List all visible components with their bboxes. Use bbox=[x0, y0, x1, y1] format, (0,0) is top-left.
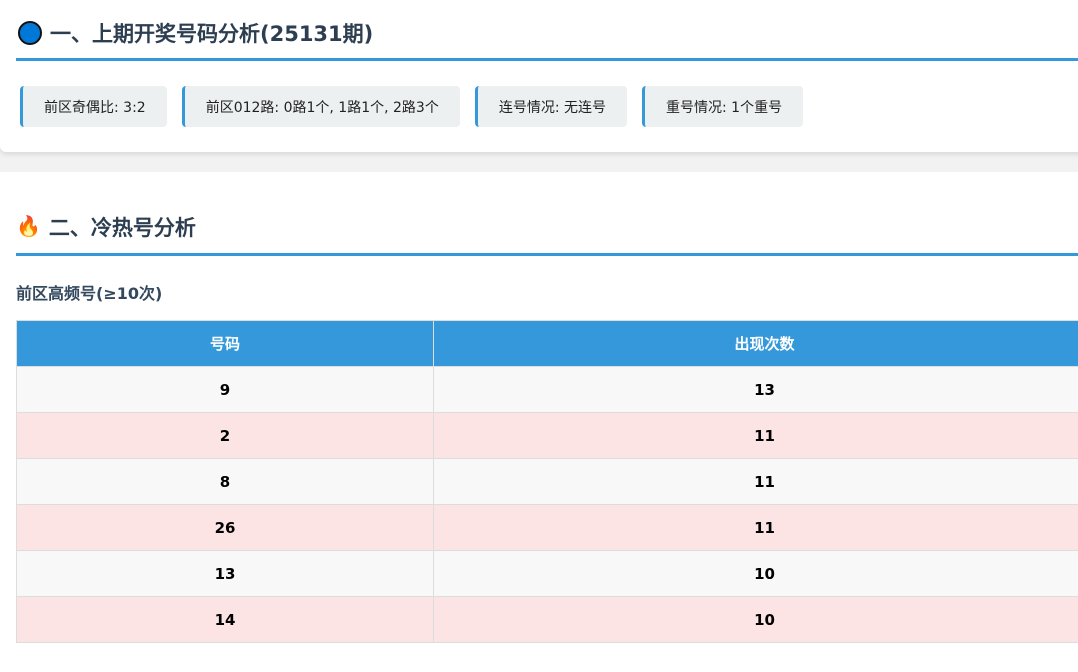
stat-odd-even: 前区奇偶比: 3:2 bbox=[20, 86, 167, 127]
stat-repeat: 重号情况: 1个重号 bbox=[642, 86, 803, 127]
last-draw-analysis-card: 一、上期开奖号码分析(25131期) 前区奇偶比: 3:2 前区012路: 0路… bbox=[0, 0, 1078, 152]
hot-cold-analysis-card: 🔥 二、冷热号分析 前区高频号(≥10次) 号码 出现次数 9132118112… bbox=[0, 172, 1078, 672]
column-header-count: 出现次数 bbox=[434, 321, 1078, 367]
table-row: 1410 bbox=[17, 597, 1078, 643]
number-cell: 2 bbox=[17, 413, 434, 459]
section-heading: 🔥 二、冷热号分析 bbox=[16, 212, 1078, 256]
section-title: 二、冷热号分析 bbox=[49, 212, 196, 242]
number-cell: 14 bbox=[17, 597, 434, 643]
number-cell: 8 bbox=[17, 459, 434, 505]
count-cell: 10 bbox=[434, 597, 1078, 643]
number-cell: 9 bbox=[17, 367, 434, 413]
table-row: 211 bbox=[17, 413, 1078, 459]
subsection-title: 前区高频号(≥10次) bbox=[16, 280, 162, 304]
table-row: 1310 bbox=[17, 551, 1078, 597]
table-row: 2611 bbox=[17, 505, 1078, 551]
count-cell: 11 bbox=[434, 459, 1078, 505]
fire-icon: 🔥 bbox=[16, 214, 41, 238]
hot-numbers-table: 号码 出现次数 913211811261113101410 bbox=[16, 320, 1078, 643]
section-heading: 一、上期开奖号码分析(25131期) bbox=[16, 18, 1078, 61]
stat-012-route: 前区012路: 0路1个, 1路1个, 2路3个 bbox=[182, 86, 460, 127]
column-header-number: 号码 bbox=[17, 321, 434, 367]
stat-consecutive: 连号情况: 无连号 bbox=[475, 86, 627, 127]
section-title: 一、上期开奖号码分析(25131期) bbox=[50, 18, 373, 48]
count-cell: 11 bbox=[434, 413, 1078, 459]
number-cell: 13 bbox=[17, 551, 434, 597]
table-row: 811 bbox=[17, 459, 1078, 505]
count-cell: 13 bbox=[434, 367, 1078, 413]
blue-circle-icon bbox=[18, 21, 42, 45]
stat-list: 前区奇偶比: 3:2 前区012路: 0路1个, 1路1个, 2路3个 连号情况… bbox=[20, 86, 803, 127]
table-row: 913 bbox=[17, 367, 1078, 413]
number-cell: 26 bbox=[17, 505, 434, 551]
count-cell: 11 bbox=[434, 505, 1078, 551]
count-cell: 10 bbox=[434, 551, 1078, 597]
